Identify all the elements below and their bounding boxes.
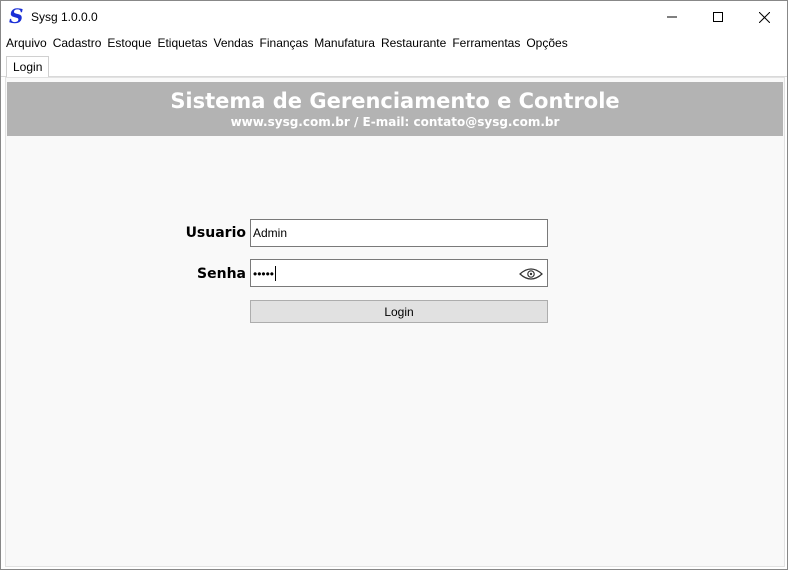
menu-bar: Arquivo Cadastro Estoque Etiquetas Venda…: [1, 33, 787, 53]
maximize-button[interactable]: [695, 1, 741, 33]
menu-cadastro[interactable]: Cadastro: [51, 36, 106, 50]
window-title: Sysg 1.0.0.0: [31, 10, 98, 24]
login-panel: Sistema de Gerenciamento e Controle www.…: [5, 77, 785, 567]
username-label: Usuario: [185, 225, 246, 241]
username-input[interactable]: Admin: [250, 219, 548, 247]
app-logo-icon: S: [9, 4, 24, 28]
password-value: •••••: [253, 266, 277, 281]
eye-icon[interactable]: [519, 267, 543, 281]
close-button[interactable]: [741, 1, 787, 33]
tab-strip: Login: [1, 53, 787, 77]
username-value: Admin: [253, 226, 288, 240]
menu-opcoes[interactable]: Opções: [524, 36, 571, 50]
close-icon: [758, 11, 770, 23]
menu-ferramentas[interactable]: Ferramentas: [450, 36, 524, 50]
header-banner: Sistema de Gerenciamento e Controle www.…: [7, 82, 783, 136]
app-window: S Sysg 1.0.0.0 Arquivo Cadastro Estoque …: [0, 0, 788, 570]
login-button-label: Login: [384, 304, 414, 319]
banner-title: Sistema de Gerenciamento e Controle: [170, 89, 620, 113]
menu-arquivo[interactable]: Arquivo: [4, 36, 51, 50]
minimize-icon: [667, 16, 677, 18]
tab-login-label: Login: [13, 60, 43, 74]
password-input[interactable]: •••••: [250, 259, 548, 287]
menu-restaurante[interactable]: Restaurante: [379, 36, 450, 50]
login-button[interactable]: Login: [250, 300, 548, 323]
menu-estoque[interactable]: Estoque: [105, 36, 155, 50]
banner-subtitle: www.sysg.com.br / E-mail: contato@sysg.c…: [230, 115, 560, 129]
tab-login[interactable]: Login: [6, 56, 50, 77]
minimize-button[interactable]: [649, 1, 695, 33]
text-caret: [275, 266, 277, 281]
menu-etiquetas[interactable]: Etiquetas: [155, 36, 211, 50]
menu-vendas[interactable]: Vendas: [211, 36, 257, 50]
password-label: Senha: [197, 266, 246, 282]
maximize-icon: [713, 12, 723, 22]
title-bar[interactable]: S Sysg 1.0.0.0: [1, 1, 787, 33]
menu-financas[interactable]: Finanças: [258, 36, 313, 50]
menu-manufatura[interactable]: Manufatura: [312, 36, 379, 50]
